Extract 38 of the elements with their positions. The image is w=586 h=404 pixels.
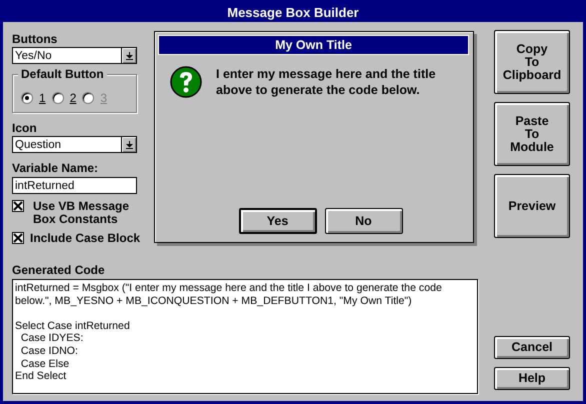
field-label: Icon bbox=[12, 122, 37, 135]
checkbox-label: Use VB Message Box Constants bbox=[33, 200, 130, 226]
dialog-message: I enter my message here and the title above to generate the code below. bbox=[216, 66, 437, 98]
group-label: Default Button bbox=[18, 68, 107, 81]
action-button[interactable]: Preview bbox=[494, 174, 570, 238]
code-line: Case IDNO: bbox=[20, 344, 79, 358]
footer-button[interactable]: Help bbox=[494, 367, 570, 390]
radio-button[interactable] bbox=[52, 92, 64, 104]
code-line: Case Else bbox=[20, 358, 70, 370]
field-label: Variable Name: bbox=[12, 162, 98, 175]
code-line: Case IDYES: bbox=[20, 332, 84, 345]
checkbox-label: Include Case Block bbox=[30, 232, 140, 245]
code-line: End Select bbox=[15, 370, 68, 383]
dialog-title: My Own Title bbox=[158, 35, 469, 55]
dropdown-arrow-icon bbox=[126, 52, 132, 60]
code-line: intReturned = Msgbox ("I enter my message here and the title I above to generate the code bbox=[15, 282, 443, 295]
radio-label: 3 bbox=[100, 90, 108, 104]
checkbox[interactable] bbox=[12, 232, 24, 244]
field-label: Buttons bbox=[12, 33, 58, 46]
dialog-button[interactable]: Yes bbox=[238, 208, 316, 234]
action-button[interactable]: Copy To Clipboard bbox=[494, 30, 570, 94]
question-icon bbox=[170, 66, 202, 98]
radio-button[interactable] bbox=[21, 92, 33, 104]
code-box[interactable] bbox=[12, 279, 478, 394]
icon-dropdown[interactable]: Question bbox=[12, 136, 137, 153]
buttons-dropdown[interactable]: Yes/No bbox=[12, 47, 137, 64]
action-button[interactable]: Paste To Module bbox=[494, 102, 570, 166]
code-line: below.", MB_YESNO + MB_ICONQUESTION + MB_DEFBUTTON1, "My Own Title") bbox=[15, 294, 413, 308]
code-line: Select Case intReturned bbox=[15, 320, 131, 332]
window-title: Message Box Builder bbox=[3, 3, 583, 22]
field-label: Generated Code bbox=[12, 264, 105, 277]
footer-button[interactable]: Cancel bbox=[494, 336, 570, 359]
checkbox[interactable] bbox=[12, 200, 24, 212]
radio-label: 2 bbox=[70, 90, 76, 104]
radio-label: 1 bbox=[39, 90, 46, 104]
dialog-button[interactable]: No bbox=[324, 208, 402, 234]
variable-name-field[interactable]: intReturned bbox=[12, 177, 137, 194]
dropdown-arrow-icon bbox=[126, 140, 132, 148]
